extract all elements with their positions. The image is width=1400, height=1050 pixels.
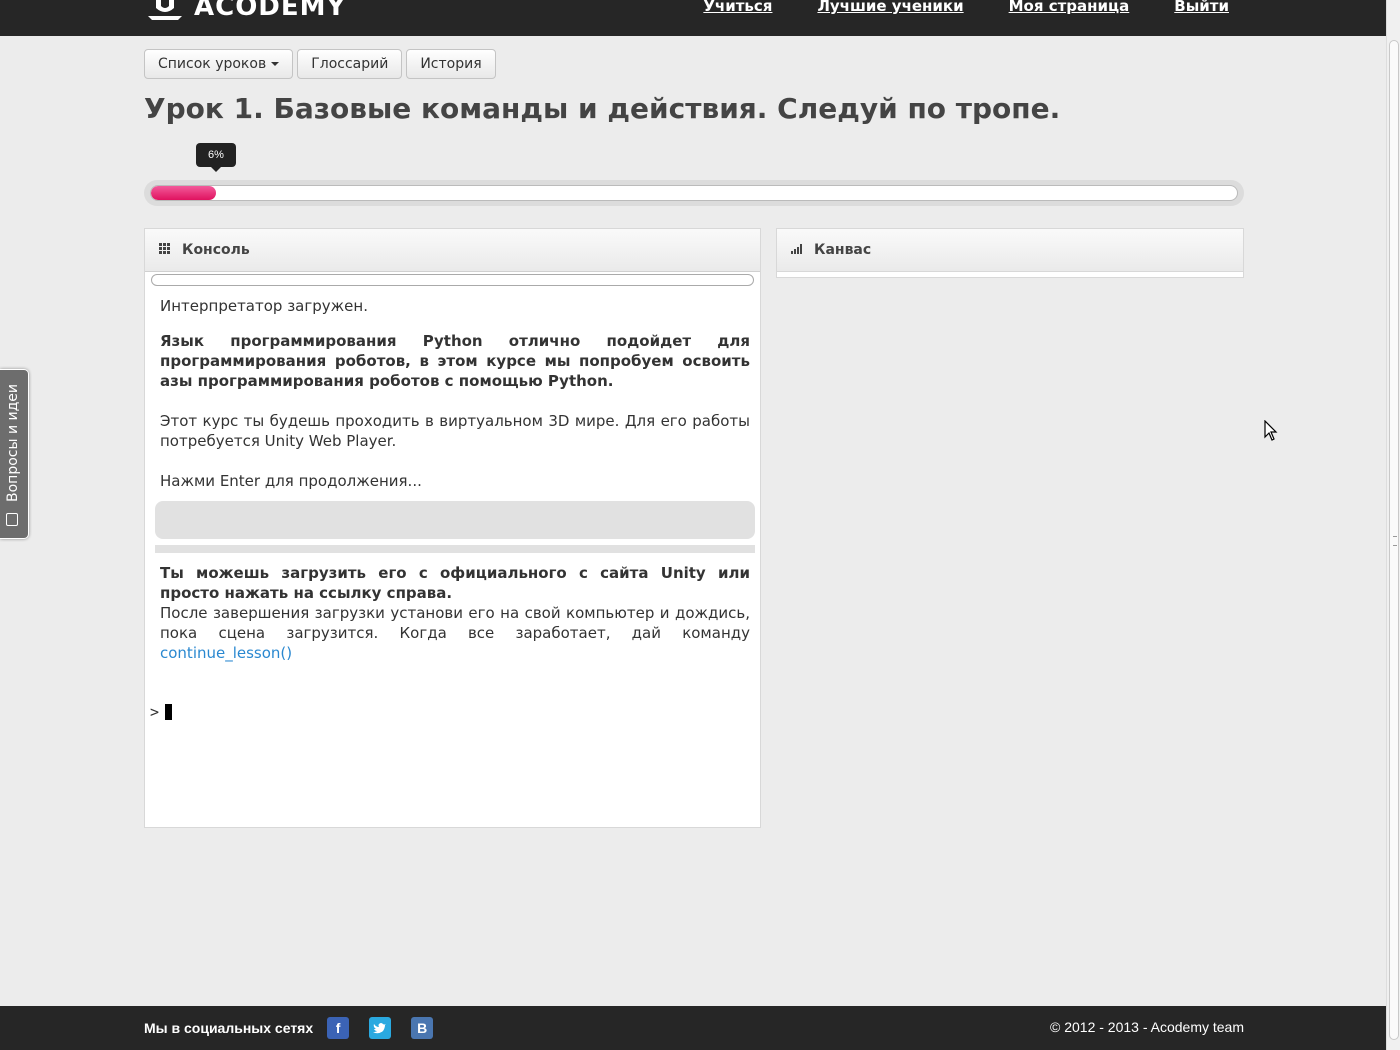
vk-icon[interactable]: B: [411, 1017, 434, 1039]
console-header: Консоль: [145, 229, 760, 272]
text-cursor: [165, 704, 173, 720]
brand-name: ACODEMY: [194, 0, 347, 22]
console-line-after-text: После завершения загрузки установи его н…: [160, 604, 750, 642]
top-navbar: ACODEMY Учиться Лучшие ученики Моя стран…: [0, 0, 1386, 36]
shield-logo-icon: [144, 0, 186, 20]
history-button[interactable]: История: [406, 49, 496, 79]
scrollbar-grip-icon: [1393, 536, 1397, 546]
lesson-title: Урок 1. Базовые команды и действия. След…: [144, 92, 1061, 125]
canvas-panel: Канвас: [776, 228, 1244, 278]
note-icon: [6, 513, 18, 526]
feedback-tab[interactable]: Вопросы и идеи: [0, 369, 29, 539]
feedback-label: Вопросы и идеи: [5, 383, 21, 502]
footer: Мы в социальных сетях f B © 2012 - 2013 …: [0, 1006, 1386, 1050]
lessons-dropdown-button[interactable]: Список уроков: [144, 49, 294, 79]
nav-logout-link[interactable]: Выйти: [1174, 0, 1229, 15]
console-title: Консоль: [182, 242, 250, 258]
progress-tooltip: 6%: [196, 143, 236, 172]
social-links: Мы в социальных сетях f B: [144, 1017, 453, 1039]
facebook-icon[interactable]: f: [327, 1017, 350, 1039]
lesson-progress: [144, 180, 1244, 206]
console-line-intro: Язык программирования Python отлично под…: [160, 332, 750, 390]
glossary-button[interactable]: Глоссарий: [297, 49, 403, 79]
console-horizontal-scrollbar[interactable]: [151, 274, 754, 286]
lessons-dropdown-label: Список уроков: [158, 56, 267, 72]
console-line-unity: Этот курс ты будешь проходить в виртуаль…: [160, 412, 750, 450]
console-line-loaded: Интерпретатор загружен.: [160, 297, 368, 315]
mouse-pointer-icon: [1264, 419, 1278, 447]
copyright: © 2012 - 2013 - Acodemy team: [1050, 1019, 1244, 1035]
continue-lesson-link[interactable]: continue_lesson(): [160, 644, 292, 662]
signal-bars-icon: [791, 242, 802, 258]
main-nav: Учиться Лучшие ученики Моя страница Выйт…: [658, 0, 1229, 15]
canvas-area[interactable]: [776, 272, 1244, 278]
console-line-after: После завершения загрузки установи его н…: [160, 603, 750, 663]
loader-box: [155, 501, 755, 539]
page-scrollbar[interactable]: [1386, 0, 1400, 1050]
scrollbar-thumb[interactable]: [1389, 40, 1399, 1040]
console-prompt[interactable]: >: [150, 703, 173, 721]
lesson-toolbar: Список уроков Глоссарий История: [144, 49, 496, 79]
twitter-icon[interactable]: [369, 1017, 392, 1039]
console-output: Интерпретатор загружен. Язык программиро…: [145, 286, 760, 663]
canvas-header: Канвас: [776, 228, 1244, 272]
progress-track: [150, 185, 1238, 201]
grid-icon: [159, 242, 170, 258]
console-panel: Консоль Интерпретатор загружен. Язык про…: [144, 228, 761, 828]
prompt-symbol: >: [150, 703, 160, 721]
loader-bar: [155, 545, 755, 553]
console-line-enter: Нажми Enter для продолжения...: [160, 472, 422, 490]
console-line-download: Ты можешь загрузить его с официального с…: [160, 564, 750, 602]
nav-learn-link[interactable]: Учиться: [703, 0, 772, 15]
canvas-title: Канвас: [814, 242, 872, 258]
progress-fill: [151, 186, 217, 200]
logo[interactable]: ACODEMY: [144, 0, 346, 22]
nav-top-students-link[interactable]: Лучшие ученики: [817, 0, 963, 15]
nav-my-page-link[interactable]: Моя страница: [1009, 0, 1130, 15]
social-label: Мы в социальных сетях: [144, 1020, 314, 1036]
caret-down-icon: [271, 62, 280, 66]
